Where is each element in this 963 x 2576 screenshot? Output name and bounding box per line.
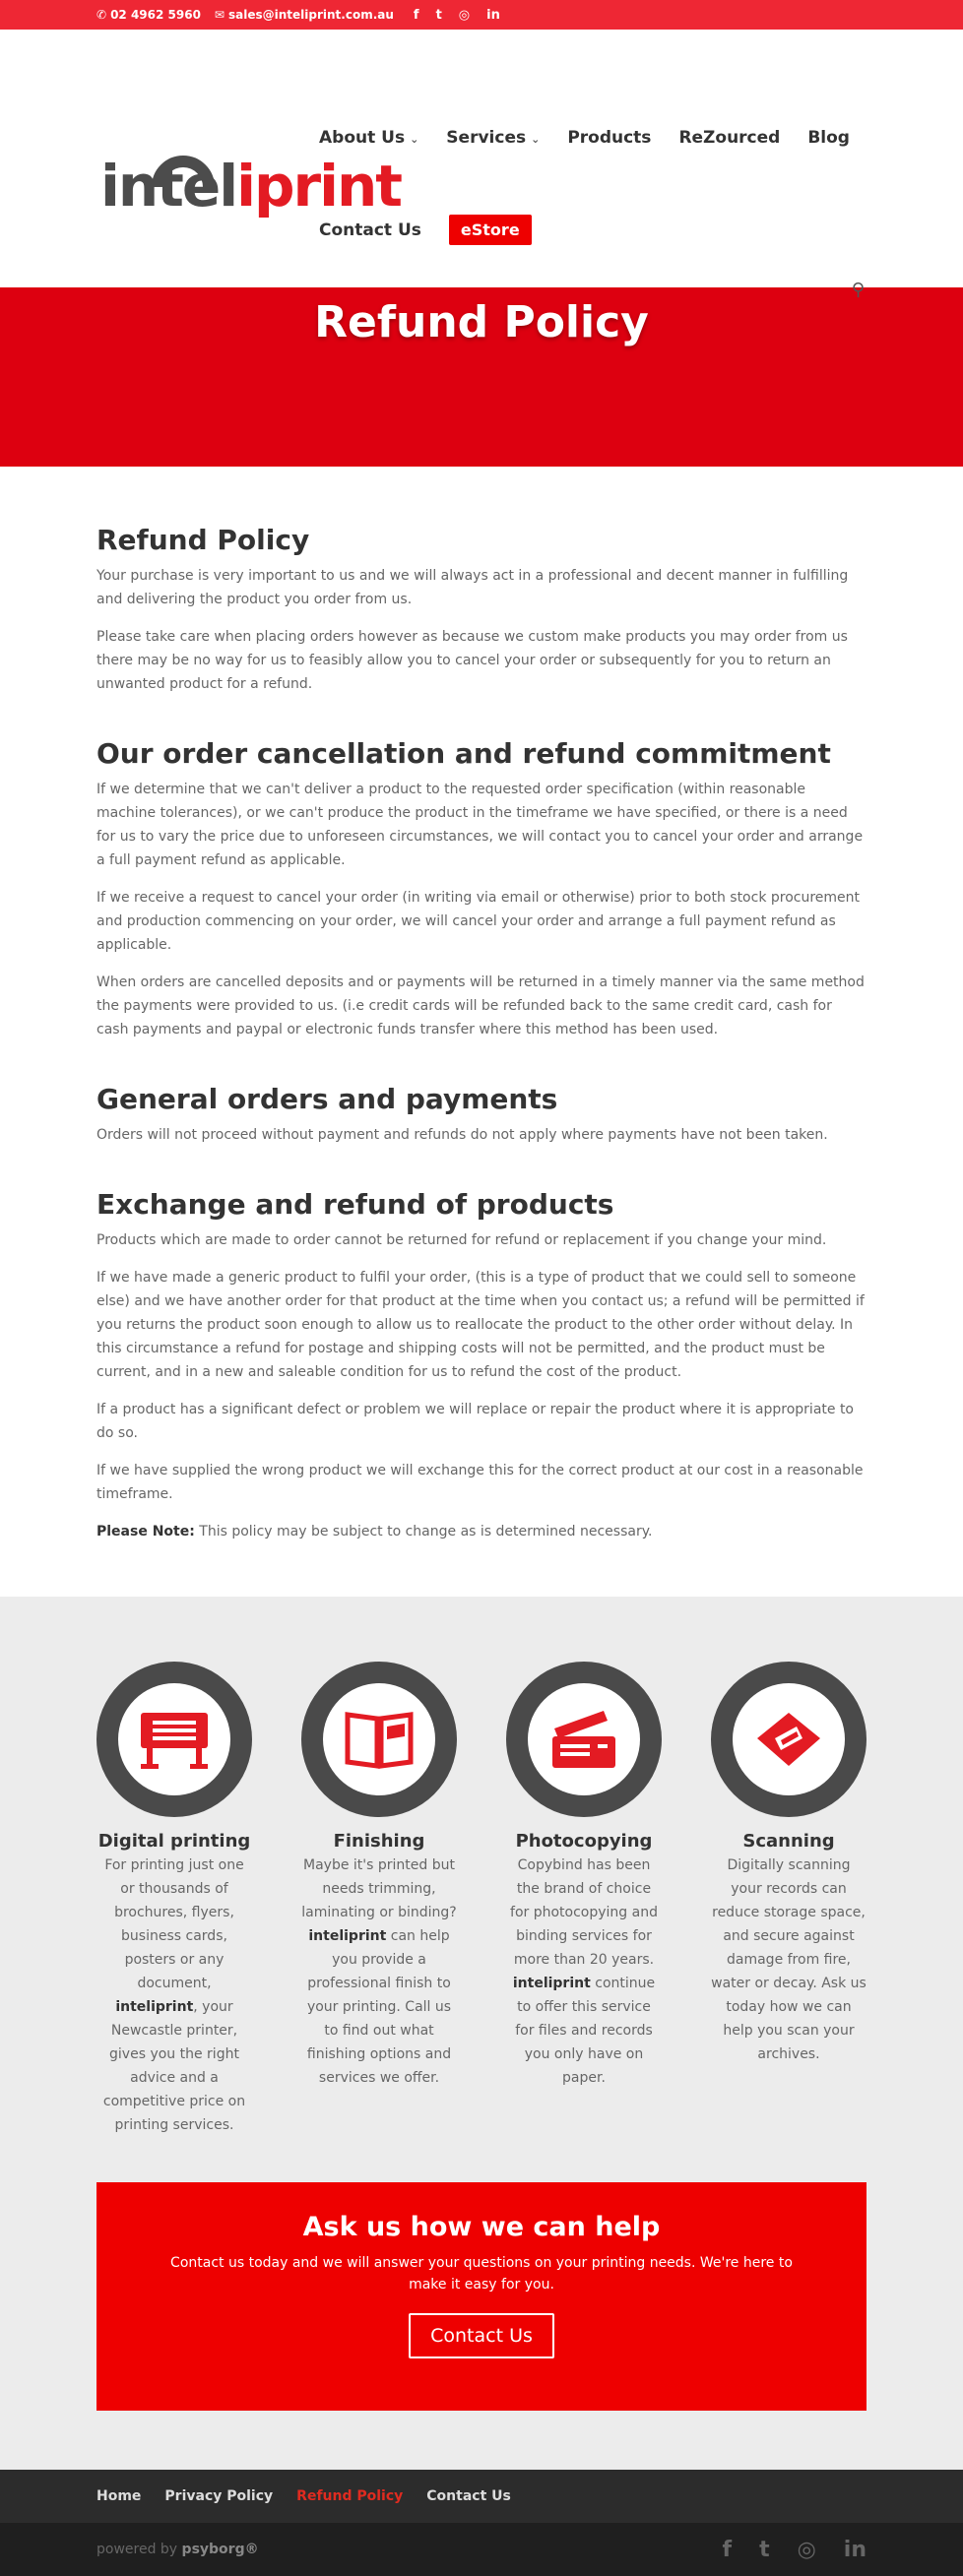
facebook-icon[interactable]: f xyxy=(414,8,419,23)
section-heading: General orders and payments xyxy=(96,1083,558,1115)
twitter-icon[interactable]: t xyxy=(436,8,442,23)
facebook-icon[interactable]: f xyxy=(722,2538,732,2562)
email-address: sales@inteliprint.com.au xyxy=(227,8,394,22)
site-header: inteliprint About Us ⌄ Services ⌄ Products… xyxy=(0,30,963,287)
service-finishing: Finishing Maybe it's printed but needs t… xyxy=(301,1662,457,2137)
services-bottom-spacer xyxy=(0,2411,963,2470)
note-text: This policy may be subject to change as … xyxy=(194,1524,653,1539)
phone-number: 02 4962 5960 xyxy=(110,8,201,22)
nav-item-rezourced[interactable]: ReZourced xyxy=(678,128,780,148)
page-title: Refund Policy xyxy=(314,297,649,347)
mail-icon: ✉ xyxy=(214,8,225,22)
service-icon-circle xyxy=(711,1662,867,1817)
service-title: Finishing xyxy=(333,1831,425,1852)
footer-link-refund-policy[interactable]: Refund Policy xyxy=(296,2488,403,2504)
book-icon xyxy=(345,1712,414,1769)
footer-link-privacy-policy[interactable]: Privacy Policy xyxy=(164,2488,273,2504)
estore-button[interactable]: eStore xyxy=(448,215,532,245)
twitter-icon[interactable]: t xyxy=(759,2538,770,2562)
section-heading: Exchange and refund of products xyxy=(96,1188,614,1221)
content-section: Exchange and refund of products Products… xyxy=(96,1188,867,1543)
footer-nav: Home Privacy Policy Refund Policy Contac… xyxy=(0,2470,963,2523)
phone-contact[interactable]: ✆ 02 4962 5960 xyxy=(96,8,201,22)
paragraph: If we have made a generic product to ful… xyxy=(96,1270,865,1380)
section-heading: Our order cancellation and refund commit… xyxy=(96,737,831,770)
service-icon-circle xyxy=(96,1662,252,1817)
service-icon-circle xyxy=(301,1662,457,1817)
content-section: Refund Policy Your purchase is very impo… xyxy=(96,524,867,696)
services-section: Digital printing For printing just one o… xyxy=(0,1597,963,2411)
top-bar: ✆ 02 4962 5960 ✉ sales@inteliprint.com.a… xyxy=(0,0,963,30)
service-title: Digital printing xyxy=(97,1831,251,1852)
footer-social-links: f t ◎ in xyxy=(722,2538,867,2562)
nav-item-services[interactable]: Services ⌄ xyxy=(446,128,540,148)
paragraph: Orders will not proceed without payment … xyxy=(96,1127,828,1143)
content-section: General orders and payments Orders will … xyxy=(96,1083,867,1147)
instagram-icon[interactable]: ◎ xyxy=(798,2538,816,2562)
service-description: Maybe it's printed but needs trimming, l… xyxy=(301,1857,457,2086)
footer-link-contact-us[interactable]: Contact Us xyxy=(426,2488,511,2504)
page-hero: ⚲ Refund Policy xyxy=(0,280,963,467)
paragraph: Your purchase is very important to us an… xyxy=(96,568,849,607)
topbar-social-links: f t ◎ in xyxy=(414,8,500,23)
site-logo[interactable]: inteliprint xyxy=(96,146,403,230)
linkedin-icon[interactable]: in xyxy=(486,8,500,23)
content-section: Our order cancellation and refund commit… xyxy=(96,737,867,1041)
cta-text: Contact us today and we will answer your… xyxy=(170,2255,793,2293)
service-description: Copybind has been the brand of choice fo… xyxy=(510,1857,658,2086)
search-icon[interactable]: ⚲ xyxy=(852,280,865,300)
service-digital-printing: Digital printing For printing just one o… xyxy=(96,1662,252,2137)
cta-title: Ask us how we can help xyxy=(302,2212,661,2242)
instagram-icon[interactable]: ◎ xyxy=(459,8,470,23)
phone-icon: ✆ xyxy=(96,8,107,22)
paragraph: If we receive a request to cancel your o… xyxy=(96,890,861,953)
cta-box: Ask us how we can help Contact us today … xyxy=(96,2182,867,2411)
note-label: Please Note: xyxy=(96,1524,195,1539)
powered-by: powered by psyborg® xyxy=(96,2542,259,2557)
service-scanning: Scanning Digitally scanning your records… xyxy=(711,1662,867,2137)
nav-item-about-us[interactable]: About Us ⌄ xyxy=(319,128,418,148)
paragraph: If we have supplied the wrong product we… xyxy=(96,1463,864,1502)
footer-link-home[interactable]: Home xyxy=(96,2488,141,2504)
paragraph: Please take care when placing orders how… xyxy=(96,629,848,692)
service-icon-circle xyxy=(506,1662,662,1817)
service-title: Scanning xyxy=(742,1831,835,1852)
service-description: For printing just one or thousands of br… xyxy=(102,1857,246,2133)
nav-item-products[interactable]: Products xyxy=(567,128,651,148)
linkedin-icon[interactable]: in xyxy=(844,2538,867,2562)
printer-icon xyxy=(141,1713,208,1769)
nav-item-contact-us[interactable]: Contact Us xyxy=(319,220,421,240)
email-contact[interactable]: ✉ sales@inteliprint.com.au xyxy=(215,8,394,22)
main-content: Refund Policy Your purchase is very impo… xyxy=(0,467,963,1597)
paragraph: When orders are cancelled deposits and o… xyxy=(96,974,865,1037)
scanner-icon xyxy=(757,1713,820,1766)
copier-icon xyxy=(552,1711,615,1768)
service-photocopying: Photocopying Copybind has been the brand… xyxy=(506,1662,662,2137)
paragraph: If a product has a significant defect or… xyxy=(96,1402,855,1441)
powered-by-link[interactable]: psyborg® xyxy=(182,2542,259,2557)
chevron-down-icon: ⌄ xyxy=(531,133,541,146)
paragraph: If we determine that we can't deliver a … xyxy=(96,782,864,868)
service-title: Photocopying xyxy=(515,1831,653,1852)
chevron-down-icon: ⌄ xyxy=(410,133,419,146)
policy-note: Please Note: This policy may be subject … xyxy=(96,1520,867,1543)
paragraph: Products which are made to order cannot … xyxy=(96,1232,827,1248)
service-description: Digitally scanning your records can redu… xyxy=(711,1857,867,2062)
main-nav: About Us ⌄ Services ⌄ Products ReZourced B… xyxy=(319,128,850,245)
section-heading: Refund Policy xyxy=(96,524,310,556)
nav-item-blog[interactable]: Blog xyxy=(807,128,850,148)
footer-bottom: powered by psyborg® f t ◎ in xyxy=(0,2523,963,2576)
contact-us-button[interactable]: Contact Us xyxy=(409,2313,554,2358)
